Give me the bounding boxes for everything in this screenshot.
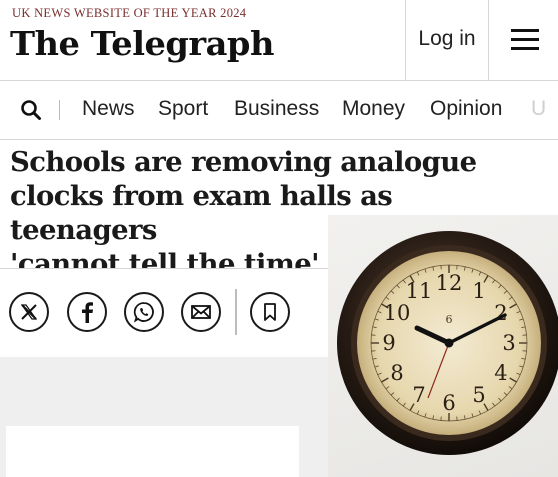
wall-clock-image: 12 1234567891011 6 [337, 231, 558, 455]
headline-line: Schools are removing analogue [10, 146, 477, 178]
clock-numeral: 6 [442, 391, 455, 415]
login-button[interactable]: Log in [406, 0, 488, 80]
masthead: UK NEWS WEBSITE OF THE YEAR 2024 The Tel… [0, 0, 558, 81]
clock-numeral: 9 [382, 331, 395, 355]
nav-item-business[interactable]: Business [234, 97, 319, 121]
nav-item-news[interactable]: News [82, 97, 135, 121]
clock-center-pin [444, 338, 454, 348]
clock-numeral: 10 [384, 301, 411, 325]
nav-item-opinion[interactable]: Opinion [430, 97, 502, 121]
nav-item-truncated[interactable]: U [531, 97, 546, 121]
facebook-icon[interactable] [67, 292, 107, 332]
share-divider [235, 289, 237, 335]
bookmark-icon[interactable] [250, 292, 290, 332]
clock-numeral: 12 [436, 271, 463, 295]
clock-numeral: 7 [412, 383, 425, 407]
nav-item-sport[interactable]: Sport [158, 97, 208, 121]
nav-item-money[interactable]: Money [342, 97, 405, 121]
email-icon[interactable] [181, 292, 221, 332]
clock-photo: 12 1 2 3 4 5 6 7 8 9 10 11 6 [328, 215, 558, 477]
clock-numeral: 5 [472, 383, 485, 407]
clock-numeral: 8 [390, 361, 403, 385]
content-card [6, 426, 299, 477]
clock-numeral: 4 [494, 361, 507, 385]
share-bar [0, 269, 328, 357]
clock-center-mark: 6 [446, 313, 453, 326]
section-nav: News Sport Business Money Opinion U [0, 81, 558, 140]
clock-numeral: 1 [472, 279, 485, 303]
clock-numeral: 3 [502, 331, 515, 355]
clock-numeral: 11 [406, 279, 433, 303]
nav-divider [59, 100, 60, 120]
search-icon[interactable] [20, 99, 42, 121]
telegraph-logo[interactable]: The Telegraph [10, 24, 274, 63]
hamburger-menu-icon[interactable] [489, 0, 558, 80]
whatsapp-icon[interactable] [124, 292, 164, 332]
x-icon[interactable] [9, 292, 49, 332]
clock-numeral: 2 [494, 301, 507, 325]
masthead-tagline: UK NEWS WEBSITE OF THE YEAR 2024 [12, 6, 247, 20]
